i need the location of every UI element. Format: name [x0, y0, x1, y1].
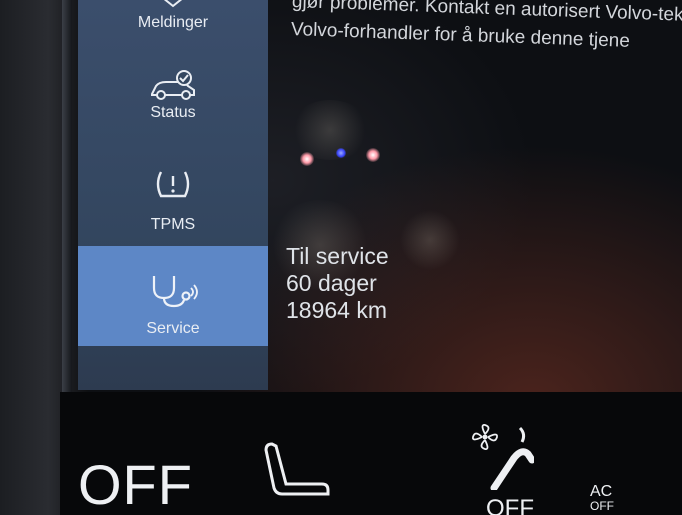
ac-label: AC	[590, 483, 613, 500]
service-info: Til service 60 dager 18964 km	[286, 243, 389, 324]
sidebar-item-label: Meldinger	[137, 14, 209, 31]
sidebar-item-label: Service	[146, 320, 200, 337]
seat-ventilation-icon[interactable]	[474, 424, 534, 490]
ac-button[interactable]: AC OFF	[590, 484, 614, 514]
sidebar-item-service[interactable]: Service	[78, 246, 268, 346]
car-status-icon	[151, 70, 195, 100]
tire-pressure-icon	[156, 171, 190, 198]
messages-icon	[163, 0, 183, 8]
seat-heat-icon[interactable]	[262, 440, 342, 504]
service-days: 60 dager	[286, 270, 377, 296]
service-title: Til service	[286, 243, 389, 269]
right-temp-off-button[interactable]: OFF	[486, 495, 534, 515]
ac-state: OFF	[590, 499, 614, 513]
service-notice: gjør problemer. Kontakt en autorisert Vo…	[290, 0, 682, 58]
sidebar-item-label: Status	[150, 104, 196, 121]
sidebar-item-meldinger[interactable]: Meldinger	[78, 0, 268, 44]
sidebar-item-tpms[interactable]: TPMS	[78, 166, 268, 236]
left-temp-off-button[interactable]: OFF	[78, 452, 193, 515]
smudge	[290, 100, 370, 160]
car-display: gjør problemer. Kontakt en autorisert Vo…	[0, 0, 682, 515]
sidebar-item-label: TPMS	[150, 216, 196, 233]
service-km: 18964 km	[286, 297, 388, 323]
smudge	[400, 210, 460, 270]
sidebar-item-status[interactable]: Status	[78, 70, 268, 136]
reflection-light	[366, 148, 380, 162]
service-stethoscope-icon	[152, 276, 198, 308]
